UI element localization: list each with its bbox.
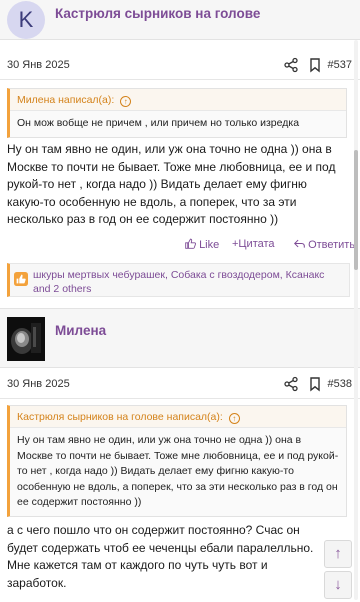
avatar[interactable]: K [7, 1, 45, 39]
author-name[interactable]: Милена [55, 323, 106, 338]
avatar[interactable] [7, 317, 45, 361]
post-message: а с чего пошло что он содержит постоянно… [7, 523, 314, 590]
post-actions: Like +Цитата Ответить [0, 238, 360, 254]
share-icon[interactable] [283, 57, 299, 73]
quote-header[interactable]: Милена написал(а): ↑ [10, 89, 346, 111]
bookmark-icon[interactable] [307, 57, 323, 73]
post-meta-bar: 30 Янв 2025 #537 [0, 54, 360, 80]
post-message: Ну он там явно не один, или уж она точно… [7, 142, 336, 226]
bookmark-icon[interactable] [307, 376, 323, 392]
scroll-up-button[interactable]: ↑ [324, 540, 352, 568]
quote-block: Кастрюля сырников на голове написал(а): … [7, 405, 347, 517]
scrollbar-track[interactable] [354, 40, 358, 600]
post-number[interactable]: #538 [328, 378, 352, 390]
post-date[interactable]: 30 Янв 2025 [7, 378, 70, 390]
arrow-up-circle-icon[interactable]: ↑ [120, 96, 132, 107]
share-icon[interactable] [283, 376, 299, 392]
arrow-up-circle-icon[interactable]: ↑ [228, 413, 240, 424]
quote-header[interactable]: Кастрюля сырников на голове написал(а): … [10, 406, 346, 428]
arrow-down-icon: ↓ [334, 576, 342, 593]
quote-author: Кастрюля сырников на голове написал(а): [17, 411, 223, 423]
like-button[interactable]: Like [185, 238, 219, 251]
post-meta-bar: 30 Янв 2025 #538 [0, 373, 360, 399]
post-date[interactable]: 30 Янв 2025 [7, 59, 70, 71]
post-author-header: Милена [0, 308, 360, 368]
scroll-down-button[interactable]: ↓ [324, 571, 352, 599]
quote-button[interactable]: +Цитата [232, 238, 275, 250]
quote-block: Милена написал(а): ↑ Он мож вобще не при… [7, 88, 347, 138]
like-label: Like [199, 239, 220, 251]
quote-author: Милена написал(а): [17, 94, 115, 106]
author-name[interactable]: Кастрюля сырников на голове [55, 6, 260, 21]
post-number[interactable]: #537 [328, 59, 352, 71]
reply-label: Ответить [308, 239, 356, 251]
likes-list[interactable]: шкуры мертвых чебурашек, Собака с гвоздо… [33, 268, 343, 296]
post-author-header: K Кастрюля сырников на голове [0, 0, 360, 40]
scrollbar-thumb[interactable] [354, 150, 358, 270]
reply-icon [293, 239, 305, 248]
thumbs-up-badge-icon [14, 272, 28, 286]
likes-bar: шкуры мертвых чебурашек, Собака с гвоздо… [7, 263, 350, 297]
quote-text: Он мож вобще не причем , или причем но т… [17, 117, 300, 129]
avatar-image [7, 317, 45, 361]
reply-button[interactable]: Ответить [293, 238, 356, 251]
arrow-up-icon: ↑ [334, 545, 342, 562]
thumbs-up-icon [185, 238, 196, 249]
quote-text: Ну он там явно не один, или уж она точно… [17, 434, 339, 508]
